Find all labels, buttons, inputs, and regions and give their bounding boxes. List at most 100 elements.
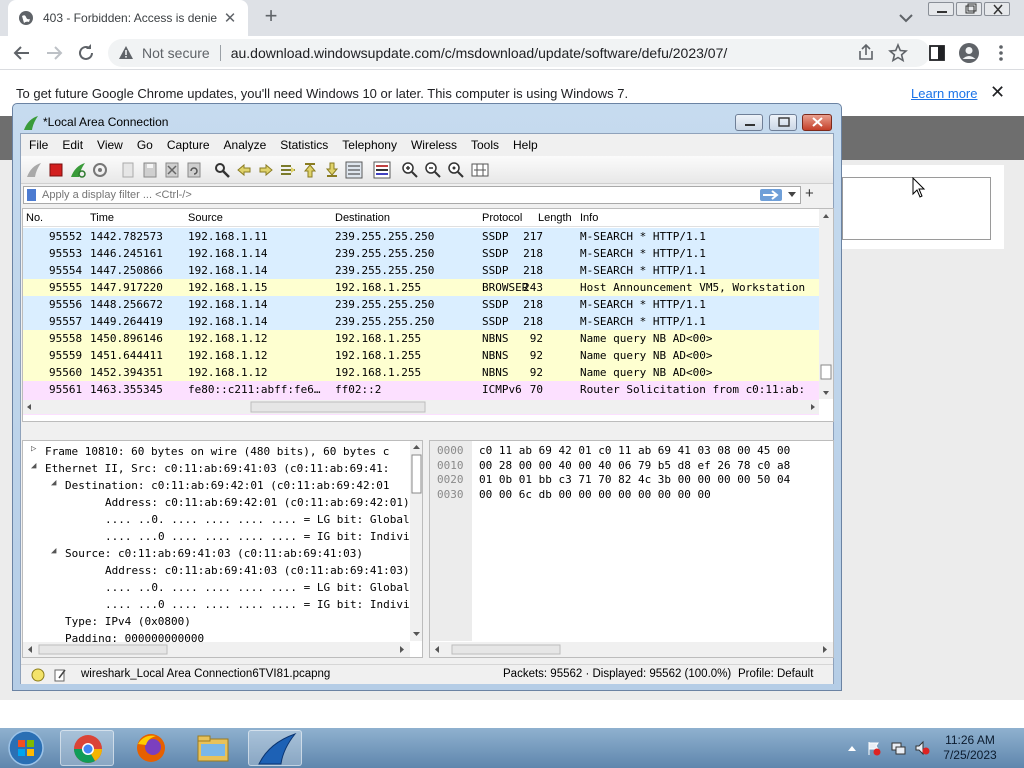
packet-row[interactable]: 95557 1449.264419 192.168.1.14 239.255.255.… <box>23 313 819 330</box>
packet-row[interactable]: 95556 1448.256672 192.168.1.14 239.255.255.… <box>23 296 819 313</box>
packet-row[interactable]: 95559 1451.644411 192.168.1.12 192.168.1.25… <box>23 347 819 364</box>
add-filter-button[interactable]: + <box>805 185 814 202</box>
resize-columns-icon[interactable] <box>471 161 489 179</box>
warning-icon[interactable] <box>118 45 134 61</box>
packet-list-vscrollbar[interactable] <box>819 209 833 399</box>
expand-arrow-icon[interactable]: ▷ <box>31 444 36 454</box>
side-panel-icon[interactable] <box>926 42 948 64</box>
col-protocol[interactable]: Protocol <box>482 212 522 224</box>
menu-capture[interactable]: Capture <box>167 138 210 152</box>
forward-arrow-icon[interactable] <box>42 41 66 65</box>
ws-maximize-button[interactable] <box>769 114 797 131</box>
system-clock[interactable]: 11:26 AM 7/25/2023 <box>940 733 1000 763</box>
menu-view[interactable]: View <box>97 138 123 152</box>
col-info[interactable]: Info <box>580 212 598 224</box>
detail-tree-item[interactable]: Type: IPv4 (0x0800) <box>23 613 413 630</box>
hex-bytes[interactable]: 00 00 6c db 00 00 00 00 00 00 00 00 <box>479 488 711 501</box>
go-first-packet-icon[interactable] <box>301 161 319 179</box>
zoom-out-icon[interactable] <box>424 161 442 179</box>
taskbar-file-explorer[interactable] <box>186 730 240 766</box>
detail-tree-item[interactable]: .... ..0. .... .... .... .... = LG bit: … <box>23 511 413 528</box>
close-window-button[interactable] <box>984 2 1010 16</box>
volume-muted-icon[interactable] <box>914 740 930 756</box>
packet-row[interactable]: 95552 1442.782573 192.168.1.11 239.255.255.… <box>23 228 819 245</box>
new-tab-button[interactable]: + <box>258 4 284 30</box>
stop-capture-icon[interactable] <box>47 161 65 179</box>
packet-row[interactable]: 95554 1447.250866 192.168.1.14 239.255.255.… <box>23 262 819 279</box>
menu-wireless[interactable]: Wireless <box>411 138 457 152</box>
hex-bytes[interactable]: 00 28 00 00 40 00 40 06 79 b5 d8 ef 26 7… <box>479 459 790 472</box>
detail-tree-item[interactable]: Address: c0:11:ab:69:42:01 (c0:11:ab:69:… <box>23 494 413 511</box>
ws-close-button[interactable] <box>802 114 832 131</box>
wireshark-titlebar[interactable]: *Local Area Connection <box>23 114 833 132</box>
packet-row[interactable]: 95558 1450.896146 192.168.1.12 192.168.1.25… <box>23 330 819 347</box>
save-file-icon[interactable] <box>141 161 159 179</box>
detail-tree-item[interactable]: .... ...0 .... .... .... .... = IG bit: … <box>23 596 413 613</box>
go-to-packet-icon[interactable] <box>279 161 297 179</box>
col-no[interactable]: No. <box>26 212 43 224</box>
infobar-close-icon[interactable]: ✕ <box>990 82 1005 103</box>
menu-tools[interactable]: Tools <box>471 138 499 152</box>
packet-list-hscrollbar[interactable] <box>23 400 819 414</box>
tab-search-icon[interactable] <box>896 8 916 28</box>
tab-close-icon[interactable]: ✕ <box>222 9 238 27</box>
packet-row[interactable]: 95560 1452.394351 192.168.1.12 192.168.1.25… <box>23 364 819 381</box>
taskbar-firefox[interactable] <box>124 730 178 766</box>
start-capture-icon[interactable] <box>25 161 43 179</box>
packet-list[interactable]: No. Time Source Destination Protocol Len… <box>22 208 834 422</box>
show-hidden-icons-icon[interactable] <box>844 740 860 756</box>
maximize-button[interactable] <box>956 2 982 16</box>
action-center-flag-icon[interactable] <box>866 740 882 756</box>
normal-size-icon[interactable] <box>447 161 465 179</box>
col-length[interactable]: Length <box>538 212 572 224</box>
detail-tree-item[interactable]: ◢ Ethernet II, Src: c0:11:ab:69:41:03 (c0… <box>23 460 413 477</box>
reload-icon[interactable] <box>74 41 98 65</box>
display-filter-input[interactable] <box>42 188 742 202</box>
find-packet-icon[interactable] <box>213 161 231 179</box>
bytes-hscrollbar[interactable] <box>430 642 833 657</box>
zoom-in-icon[interactable] <box>401 161 419 179</box>
back-arrow-icon[interactable] <box>10 41 34 65</box>
taskbar-chrome[interactable] <box>60 730 114 766</box>
more-menu-icon[interactable] <box>990 42 1012 64</box>
detail-tree-item[interactable]: .... ..0. .... .... .... .... = LG bit: … <box>23 579 413 596</box>
menu-statistics[interactable]: Statistics <box>280 138 328 152</box>
open-file-icon[interactable] <box>119 161 137 179</box>
apply-filter-arrow-icon[interactable] <box>760 189 782 201</box>
ws-minimize-button[interactable] <box>735 114 763 131</box>
capture-options-icon[interactable] <box>91 161 109 179</box>
menu-telephony[interactable]: Telephony <box>342 138 397 152</box>
go-back-icon[interactable] <box>235 161 253 179</box>
packet-row[interactable]: 95553 1446.245161 192.168.1.14 239.255.255.… <box>23 245 819 262</box>
expert-info-icon[interactable] <box>31 668 45 682</box>
bookmark-star-icon[interactable] <box>887 42 909 64</box>
details-hscrollbar[interactable] <box>23 642 410 657</box>
restart-capture-icon[interactable] <box>69 161 87 179</box>
url-text[interactable]: au.download.windowsupdate.com/c/msdownlo… <box>231 45 728 61</box>
detail-tree-item[interactable]: Address: c0:11:ab:69:41:03 (c0:11:ab:69:… <box>23 562 413 579</box>
taskbar-wireshark[interactable] <box>248 730 302 766</box>
detail-tree-item[interactable]: .... ...0 .... .... .... .... = IG bit: … <box>23 528 413 545</box>
learn-more-link[interactable]: Learn more <box>911 86 977 101</box>
status-profile[interactable]: Profile: Default <box>738 668 813 680</box>
reload-file-icon[interactable] <box>185 161 203 179</box>
col-source[interactable]: Source <box>188 212 223 224</box>
packet-row[interactable]: 95555 1447.917220 192.168.1.15 192.168.1.25… <box>23 279 819 296</box>
close-file-icon[interactable] <box>163 161 181 179</box>
hex-bytes[interactable]: 01 0b 01 bb c3 71 70 82 4c 3b 00 00 00 0… <box>479 473 790 486</box>
browser-tab[interactable]: 403 - Forbidden: Access is denie ✕ <box>8 0 248 36</box>
menu-help[interactable]: Help <box>513 138 538 152</box>
hex-bytes[interactable]: c0 11 ab 69 42 01 c0 11 ab 69 41 03 08 0… <box>479 444 790 457</box>
detail-tree-item[interactable]: ◢ Destination: c0:11:ab:69:42:01 (c0:11:a… <box>23 477 413 494</box>
packet-row[interactable]: 95561 1463.355345 fe80::c211:abff:fe6… ff02… <box>23 381 819 398</box>
profile-avatar-icon[interactable] <box>958 42 980 64</box>
menu-edit[interactable]: Edit <box>62 138 83 152</box>
capture-comment-icon[interactable] <box>53 668 67 682</box>
security-label[interactable]: Not secure <box>142 45 210 61</box>
collapse-arrow-icon[interactable]: ◢ <box>51 546 56 556</box>
menu-go[interactable]: Go <box>137 138 153 152</box>
address-bar[interactable]: Not secure au.download.windowsupdate.com… <box>108 39 930 67</box>
go-forward-icon[interactable] <box>257 161 275 179</box>
filter-bookmark-icon[interactable] <box>27 189 36 201</box>
share-icon[interactable] <box>855 42 877 64</box>
